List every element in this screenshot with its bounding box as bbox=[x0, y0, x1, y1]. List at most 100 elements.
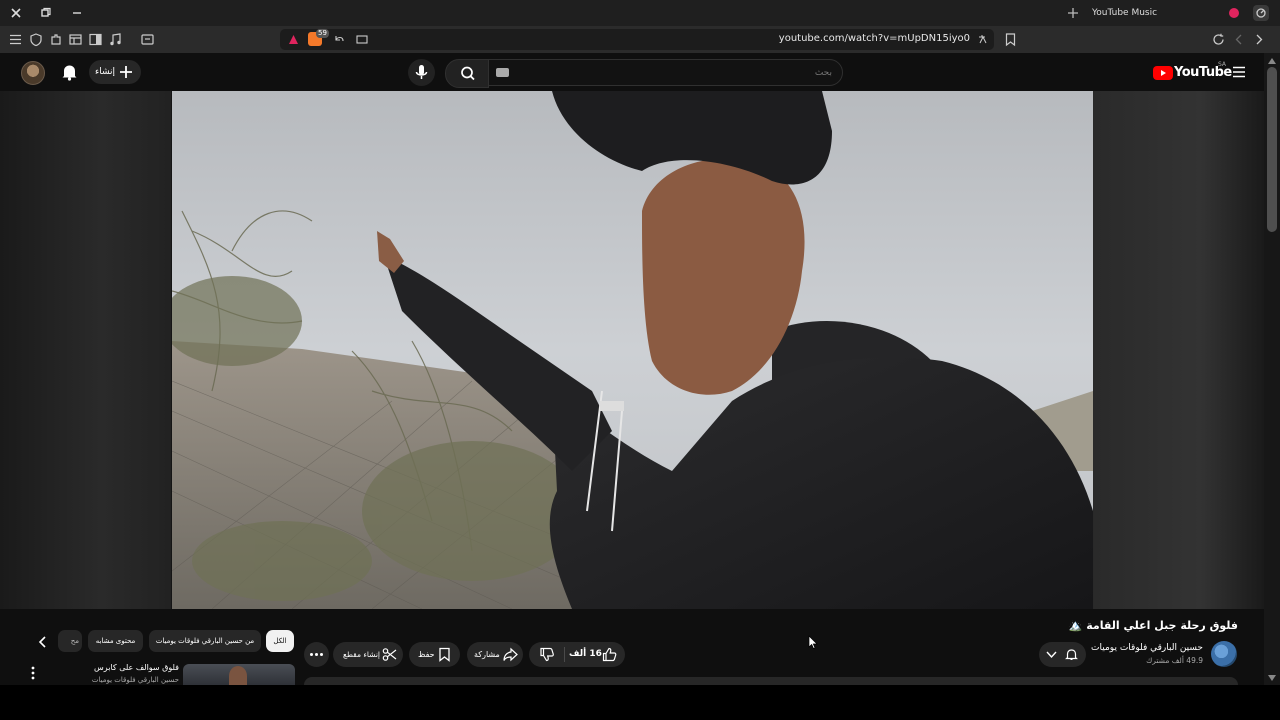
keyboard-icon[interactable] bbox=[496, 68, 509, 77]
share-button[interactable]: مشاركة bbox=[467, 642, 523, 667]
music-button[interactable] bbox=[109, 33, 122, 46]
plus-icon bbox=[119, 65, 133, 79]
chevron-down-icon bbox=[1046, 650, 1057, 659]
youtube-logo[interactable]: YouTube SA bbox=[1153, 61, 1232, 80]
scrollbar-thumb[interactable] bbox=[1267, 67, 1277, 232]
chip-all[interactable]: الكل bbox=[266, 630, 294, 652]
chip-related[interactable]: محتوى مشابه bbox=[88, 630, 143, 652]
like-button[interactable]: 16 ألف bbox=[565, 642, 625, 667]
reload-page-icon[interactable] bbox=[334, 34, 345, 45]
channel-avatar[interactable] bbox=[1211, 641, 1237, 667]
browser-titlebar: YouTube Music bbox=[0, 0, 1280, 26]
restore-window-button[interactable] bbox=[40, 7, 52, 19]
plus-icon bbox=[1068, 8, 1078, 18]
close-window-button[interactable] bbox=[9, 6, 23, 20]
create-label: إنشاء bbox=[95, 67, 116, 77]
clip-button[interactable]: إنشاء مقطع bbox=[333, 642, 403, 667]
microphone-icon bbox=[415, 65, 428, 79]
back-button[interactable] bbox=[1233, 33, 1245, 46]
hamburger-icon bbox=[1233, 66, 1245, 78]
share-label: مشاركة bbox=[474, 650, 500, 659]
chip-label: مح bbox=[70, 637, 79, 645]
recommendation-menu-button[interactable] bbox=[28, 665, 38, 681]
chip-more-partial[interactable]: مح bbox=[58, 630, 82, 652]
bookmark-button[interactable] bbox=[1005, 33, 1016, 47]
scroll-up-arrow-icon[interactable] bbox=[1268, 58, 1276, 64]
chip-label: من حسين البارقي فلوقات يوميات bbox=[155, 637, 255, 645]
recommendation-title: فلوق سوالف على كابرس bbox=[94, 663, 179, 672]
like-dislike-group: 16 ألف bbox=[529, 642, 625, 667]
page-scrollbar[interactable] bbox=[1264, 53, 1280, 685]
screen-bottom-strip bbox=[0, 685, 1280, 720]
more-actions-button[interactable] bbox=[304, 642, 329, 667]
search-placeholder: بحث bbox=[814, 68, 832, 78]
search-button[interactable] bbox=[445, 59, 489, 88]
reload-button[interactable] bbox=[1212, 33, 1225, 46]
video-frame-image bbox=[172, 91, 1093, 609]
music-note-icon bbox=[110, 33, 121, 46]
scroll-down-arrow-icon[interactable] bbox=[1268, 675, 1276, 681]
recommendation-thumbnail[interactable] bbox=[183, 664, 295, 685]
extensions-button[interactable] bbox=[50, 33, 62, 46]
avatar[interactable] bbox=[21, 61, 45, 85]
hamburger-icon bbox=[10, 34, 21, 45]
save-button[interactable]: حفظ bbox=[409, 642, 460, 667]
recommendation-channel: حسين البارقي فلوقات يوميات bbox=[91, 676, 179, 684]
create-button[interactable]: إنشاء bbox=[89, 60, 141, 84]
chips-scroll-left-button[interactable] bbox=[34, 633, 52, 651]
new-tab-button[interactable] bbox=[1067, 7, 1079, 19]
notifications-button[interactable] bbox=[61, 63, 78, 81]
extension-button[interactable] bbox=[1253, 5, 1269, 21]
scissors-icon bbox=[382, 647, 397, 662]
guide-button[interactable] bbox=[1232, 65, 1246, 79]
chevron-left-icon bbox=[38, 636, 46, 648]
voice-search-button[interactable] bbox=[408, 59, 435, 86]
clip-label: إنشاء مقطع bbox=[343, 650, 381, 659]
more-horizontal-icon bbox=[310, 653, 323, 656]
forward-button[interactable] bbox=[1253, 33, 1265, 46]
chevron-right-icon bbox=[1256, 34, 1263, 45]
blocked-count-badge: 59 bbox=[316, 29, 329, 38]
recommendation-item[interactable]: فلوق سوالف على كابرس حسين البارقي فلوقات… bbox=[24, 662, 296, 685]
tabs-button[interactable] bbox=[69, 33, 82, 46]
url-text[interactable]: youtube.com/watch?v=mUpDN15iyo0 bbox=[740, 32, 970, 46]
dislike-button[interactable] bbox=[539, 647, 555, 662]
thumbs-up-icon bbox=[602, 647, 617, 662]
translate-icon[interactable] bbox=[978, 34, 989, 45]
region-code: SA bbox=[1218, 61, 1227, 68]
search-input[interactable]: بحث bbox=[488, 59, 843, 86]
video-player[interactable] bbox=[172, 91, 1093, 609]
browser-toolbar: 59 youtube.com/watch?v=mUpDN15iyo0 bbox=[0, 26, 1280, 53]
bookmark-icon bbox=[1005, 33, 1016, 47]
screenshot-icon bbox=[141, 34, 154, 45]
search-icon bbox=[461, 66, 475, 81]
record-indicator-icon bbox=[1229, 8, 1239, 18]
shield-button[interactable] bbox=[30, 33, 42, 47]
like-count: 16 ألف bbox=[569, 649, 602, 659]
thumbnail-face bbox=[229, 666, 247, 685]
bell-icon bbox=[1065, 648, 1078, 661]
puzzle-icon bbox=[51, 34, 61, 45]
rewards-icon bbox=[288, 34, 299, 45]
restore-icon bbox=[41, 7, 51, 17]
reload-icon bbox=[1213, 33, 1224, 45]
chip-from-channel[interactable]: من حسين البارقي فلوقات يوميات bbox=[149, 630, 261, 652]
save-label: حفظ bbox=[418, 650, 435, 659]
minimize-window-button[interactable] bbox=[71, 7, 83, 19]
chip-label: محتوى مشابه bbox=[95, 637, 136, 645]
subscription-button[interactable] bbox=[1039, 642, 1086, 667]
address-bar[interactable]: 59 youtube.com/watch?v=mUpDN15iyo0 bbox=[280, 29, 994, 50]
screenshot-button[interactable] bbox=[141, 33, 154, 46]
menu-button[interactable] bbox=[9, 33, 22, 46]
shield-icon bbox=[30, 33, 42, 47]
youtube-play-icon bbox=[1153, 66, 1173, 80]
like-divider bbox=[564, 647, 565, 662]
sidebar-button[interactable] bbox=[89, 33, 102, 46]
share-icon bbox=[503, 647, 518, 662]
chevron-left-icon bbox=[1235, 34, 1242, 45]
video-title: فلوق رحلة جبل اعلي القامة 🏔️ bbox=[1068, 619, 1238, 632]
tab-youtube-music[interactable]: YouTube Music bbox=[1092, 6, 1202, 22]
description-panel[interactable] bbox=[304, 677, 1238, 685]
cast-icon[interactable] bbox=[356, 34, 368, 45]
youtube-page: إنشاء بحث YouTube SA فلوق رحلة جبل اعلي … bbox=[0, 53, 1264, 685]
